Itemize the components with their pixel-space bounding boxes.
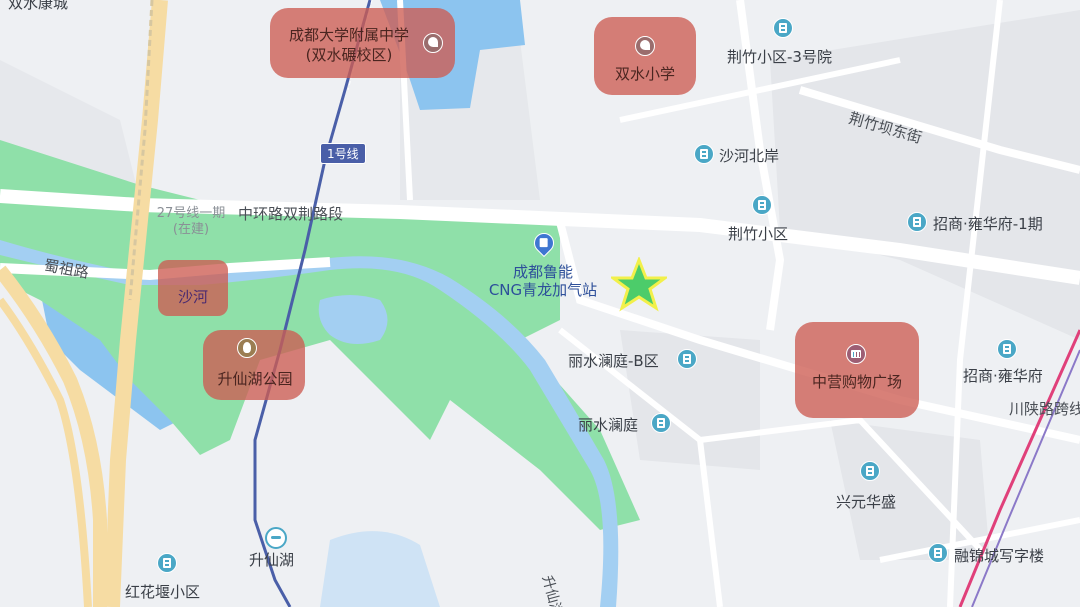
star-marker-icon[interactable] (611, 257, 667, 313)
place-rongjin[interactable]: 融锦城写字楼 (954, 547, 1044, 565)
building-icon[interactable] (677, 349, 697, 369)
gas-station-name-2: CNG青龙加气站 (488, 281, 598, 299)
line27-label: 27号线一期(在建) (156, 206, 226, 237)
park-label[interactable]: 升仙湖公园 (217, 369, 292, 389)
building-icon[interactable] (773, 18, 793, 38)
building-icon[interactable] (907, 212, 927, 232)
building-icon[interactable] (860, 461, 880, 481)
road-zhonghuan[interactable]: 中环路双荆路段 (238, 203, 343, 224)
map-canvas[interactable]: 1号线 成都大学附属中学 (双水碾校区) 双水小学 沙河 升仙湖公园 中营购物广… (0, 0, 1080, 607)
metro-line-1-badge[interactable]: 1号线 (320, 143, 366, 164)
place-zhaoshang-1[interactable]: 招商·雍华府-1期 (933, 215, 1043, 233)
place-gas-station[interactable]: 成都鲁能 CNG青龙加气站 (489, 263, 597, 299)
highlight-mall (795, 322, 919, 418)
river-label[interactable]: 沙河 (178, 287, 208, 307)
road-line27[interactable]: 27号线一期(在建) (156, 206, 226, 238)
building-icon[interactable] (651, 413, 671, 433)
mall-label[interactable]: 中营购物广场 (812, 372, 902, 392)
place-jingzhu-3[interactable]: 荆竹小区-3号院 (727, 48, 832, 66)
building-icon[interactable] (157, 553, 177, 573)
place-jingzhu[interactable]: 荆竹小区 (728, 225, 788, 243)
place-shuangshui-kangcheng[interactable]: 双水康城 (8, 0, 68, 12)
school-icon[interactable] (423, 33, 443, 53)
school-icon[interactable] (635, 36, 655, 56)
metro-station-label[interactable]: 升仙湖 (249, 551, 294, 569)
mall-icon[interactable] (846, 344, 866, 364)
building-icon[interactable] (997, 339, 1017, 359)
place-lishui[interactable]: 丽水澜庭 (578, 416, 638, 434)
school-1-label[interactable]: 成都大学附属中学 (双水碾校区) (289, 25, 409, 65)
place-xingyuan[interactable]: 兴元华盛 (836, 493, 896, 511)
place-shahe-beian[interactable]: 沙河北岸 (719, 147, 779, 165)
building-icon[interactable] (928, 543, 948, 563)
gas-station-name-1: 成都鲁能 (512, 263, 574, 281)
building-icon[interactable] (694, 144, 714, 164)
place-honghuayan[interactable]: 红花堰小区 (125, 583, 200, 601)
building-icon[interactable] (752, 195, 772, 215)
place-zhaoshang[interactable]: 招商·雍华府 (963, 367, 1043, 385)
park-icon[interactable] (237, 338, 257, 358)
metro-icon[interactable] (265, 527, 287, 549)
road-chuanshan[interactable]: 川陕路跨线 (1009, 398, 1080, 419)
place-lishui-b[interactable]: 丽水澜庭-B区 (568, 352, 659, 370)
school-1-campus: (双水碾校区) (305, 46, 393, 64)
school-2-label[interactable]: 双水小学 (615, 64, 675, 84)
school-1-name: 成都大学附属中学 (288, 26, 410, 44)
